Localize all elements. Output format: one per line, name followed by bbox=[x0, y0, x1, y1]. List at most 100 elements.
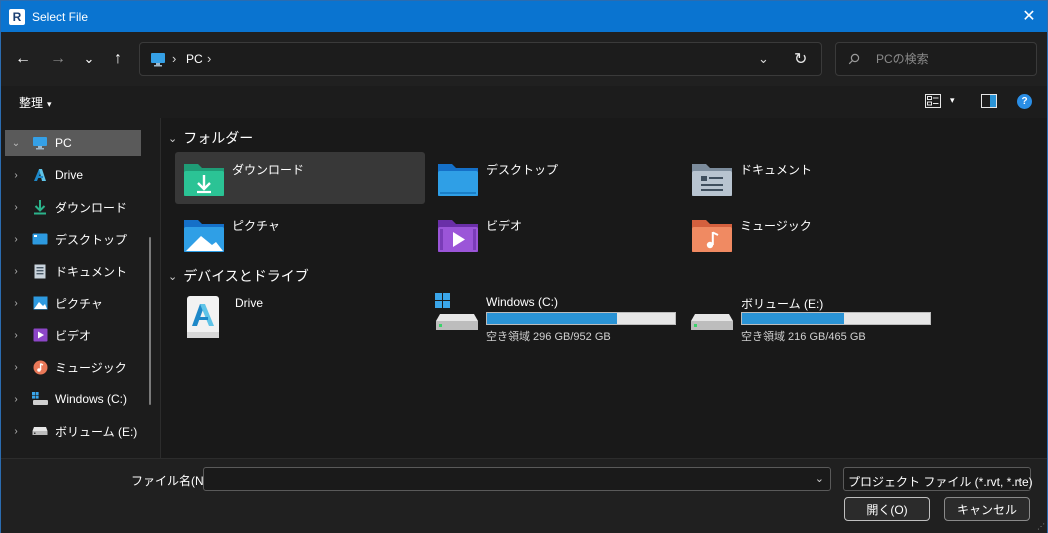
sidebar-item-downloads[interactable]: › ダウンロード bbox=[5, 194, 141, 220]
chevron-down-icon: ⌄ bbox=[168, 270, 178, 283]
drive-icon bbox=[691, 314, 733, 330]
sidebar-item-pictures[interactable]: › ピクチャ bbox=[5, 290, 141, 316]
view-options-icon[interactable] bbox=[925, 94, 941, 108]
sidebar-item-videos[interactable]: › ビデオ bbox=[5, 322, 141, 348]
chevron-right-icon[interactable]: › bbox=[9, 202, 23, 213]
preview-pane-icon[interactable] bbox=[981, 94, 997, 108]
autodesk-drive-icon bbox=[31, 166, 49, 184]
chevron-right-icon[interactable]: › bbox=[9, 330, 23, 341]
forward-button[interactable]: → bbox=[47, 48, 69, 70]
help-icon[interactable]: ? bbox=[1017, 94, 1032, 109]
folder-tile-desktop[interactable]: デスクトップ bbox=[429, 152, 679, 204]
chevron-right-icon[interactable]: › bbox=[9, 298, 23, 309]
sidebar-item-label: ドキュメント bbox=[55, 264, 128, 279]
drive-usage-bar bbox=[741, 312, 931, 325]
back-button[interactable]: ← bbox=[12, 48, 34, 70]
breadcrumb-pc[interactable]: PC bbox=[186, 52, 203, 66]
resize-grip-icon[interactable]: ⋰ bbox=[1037, 522, 1045, 531]
recent-locations-button[interactable]: ⌄ bbox=[78, 48, 100, 70]
search-input[interactable] bbox=[876, 49, 1026, 69]
sidebar-item-windows-c[interactable]: › Windows (C:) bbox=[5, 386, 141, 412]
drive-icon bbox=[31, 422, 49, 440]
navigation-pane: ⌄ PC › Drive › ダウンロード › デスクトップ › ドキュメント … bbox=[1, 118, 161, 458]
folder-tile-music[interactable]: ミュージック bbox=[683, 208, 933, 260]
address-bar[interactable]: › PC › ⌄ ↻ bbox=[139, 42, 822, 76]
breadcrumb-separator: › bbox=[172, 51, 177, 66]
title-bar: R Select File ✕ bbox=[1, 1, 1047, 32]
pictures-folder-icon bbox=[184, 220, 224, 252]
video-icon bbox=[31, 326, 49, 344]
sidebar-item-documents[interactable]: › ドキュメント bbox=[5, 258, 141, 284]
drive-tile-autodesk-drive[interactable]: Drive bbox=[184, 294, 434, 350]
sidebar-item-label: Drive bbox=[55, 168, 84, 182]
chevron-down-icon: ⌄ bbox=[1014, 473, 1024, 485]
filename-dropdown-button[interactable]: ⌄ bbox=[815, 472, 824, 485]
organize-label: 整理 bbox=[19, 96, 44, 110]
drive-usage-fill bbox=[487, 313, 617, 324]
search-box[interactable] bbox=[835, 42, 1037, 76]
folders-group-label: フォルダー bbox=[183, 130, 254, 146]
folder-tile-videos[interactable]: ビデオ bbox=[429, 208, 679, 260]
sidebar-item-music[interactable]: › ミュージック bbox=[5, 354, 141, 380]
cancel-button[interactable]: キャンセル bbox=[944, 497, 1030, 521]
chevron-right-icon[interactable]: › bbox=[9, 170, 23, 181]
command-bar: 整理 ▾ ▾ ? bbox=[1, 86, 1047, 118]
sidebar-item-label: ミュージック bbox=[55, 360, 127, 375]
drive-free-space: 空き領域 216 GB/465 GB bbox=[741, 331, 866, 343]
devices-group-header[interactable]: ⌄ デバイスとドライブ bbox=[168, 266, 309, 286]
chevron-right-icon[interactable]: › bbox=[9, 426, 23, 437]
pictures-icon bbox=[31, 294, 49, 312]
up-button[interactable]: ↑ bbox=[107, 48, 129, 70]
filename-label: ファイル名(N): bbox=[131, 474, 211, 488]
drive-label: Windows (C:) bbox=[486, 295, 559, 309]
folder-label: ピクチャ bbox=[232, 219, 280, 233]
chevron-down-icon: ▾ bbox=[47, 99, 52, 109]
sidebar-item-label: ビデオ bbox=[55, 328, 92, 343]
sidebar-item-volume-e[interactable]: › ボリューム (E:) bbox=[5, 418, 141, 444]
pc-icon bbox=[31, 134, 49, 152]
close-button[interactable]: ✕ bbox=[1017, 5, 1041, 27]
filetype-value: プロジェクト ファイル (*.rvt, *.rte) bbox=[848, 475, 1033, 489]
sidebar-item-drive[interactable]: › Drive bbox=[5, 162, 141, 188]
pc-icon bbox=[151, 53, 165, 67]
address-dropdown-button[interactable]: ⌄ bbox=[758, 51, 769, 67]
document-icon bbox=[31, 262, 49, 280]
filename-combobox[interactable]: ⌄ bbox=[203, 467, 831, 491]
open-button[interactable]: 開く(O) bbox=[844, 497, 930, 521]
chevron-right-icon[interactable]: › bbox=[9, 234, 23, 245]
sidebar-item-pc[interactable]: ⌄ PC bbox=[5, 130, 141, 156]
file-dialog: R Select File ✕ ← → ⌄ ↑ › PC › ⌄ ↻ PCの検索… bbox=[0, 0, 1048, 533]
window-title: Select File bbox=[32, 9, 89, 24]
chevron-right-icon[interactable]: › bbox=[9, 362, 23, 373]
refresh-button[interactable]: ↻ bbox=[794, 49, 807, 69]
sidebar-item-label: Windows (C:) bbox=[55, 392, 128, 406]
folder-tile-documents[interactable]: ドキュメント bbox=[683, 152, 933, 204]
chevron-right-icon[interactable]: › bbox=[9, 266, 23, 277]
folder-label: ビデオ bbox=[486, 219, 523, 233]
autodesk-drive-icon bbox=[187, 296, 219, 338]
downloads-folder-icon bbox=[184, 164, 224, 196]
chevron-down-icon[interactable]: ⌄ bbox=[9, 138, 23, 149]
view-options-chevron-icon[interactable]: ▾ bbox=[950, 95, 955, 106]
filetype-select[interactable]: プロジェクト ファイル (*.rvt, *.rte) ⌄ bbox=[843, 467, 1033, 491]
organize-menu-button[interactable]: 整理 ▾ bbox=[19, 94, 52, 111]
revit-app-icon: R bbox=[9, 8, 25, 25]
chevron-right-icon[interactable]: › bbox=[9, 394, 23, 405]
filename-input[interactable] bbox=[208, 470, 798, 488]
sidebar-item-label: ピクチャ bbox=[55, 296, 103, 311]
folder-tile-pictures[interactable]: ピクチャ bbox=[175, 208, 425, 260]
drive-usage-bar bbox=[486, 312, 676, 325]
sidebar-scrollbar[interactable] bbox=[149, 237, 151, 405]
folder-tile-downloads[interactable]: ダウンロード bbox=[175, 152, 425, 204]
chevron-down-icon: ⌄ bbox=[168, 132, 178, 145]
drive-tile-windows-c[interactable]: Windows (C:) 空き領域 296 GB/952 GB bbox=[435, 293, 685, 349]
navigation-bar: ← → ⌄ ↑ › PC › ⌄ ↻ bbox=[1, 32, 1047, 86]
folder-label: ミュージック bbox=[740, 219, 812, 233]
drive-tile-volume-e[interactable]: ボリューム (E:) 空き領域 216 GB/465 GB bbox=[690, 293, 940, 349]
sidebar-item-label: デスクトップ bbox=[55, 232, 128, 247]
sidebar-item-desktop[interactable]: › デスクトップ bbox=[5, 226, 141, 252]
folders-group-header[interactable]: ⌄ フォルダー bbox=[168, 128, 253, 148]
breadcrumb-separator[interactable]: › bbox=[207, 51, 211, 66]
devices-group-label: デバイスとドライブ bbox=[183, 268, 309, 284]
drive-free-space: 空き領域 296 GB/952 GB bbox=[486, 331, 611, 343]
